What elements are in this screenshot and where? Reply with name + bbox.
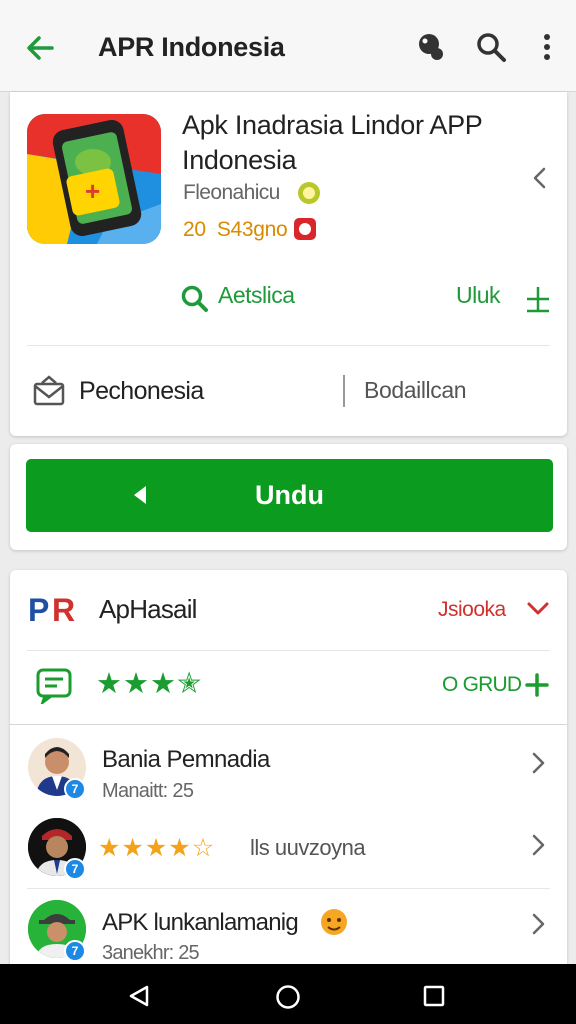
review-meta: Manaitt: 25 bbox=[102, 780, 194, 802]
app-icon: + bbox=[27, 114, 161, 244]
reviewer-name: APK lunkanlamanig bbox=[102, 909, 299, 936]
app-developer[interactable]: Fleonahicu bbox=[183, 181, 280, 205]
chevron-right-icon[interactable] bbox=[526, 912, 550, 936]
svg-text:+: + bbox=[85, 176, 100, 206]
star-icon: ★ bbox=[96, 668, 122, 700]
star-icon: ★ bbox=[150, 668, 176, 700]
section-title: ApHasail bbox=[99, 594, 197, 624]
mail-icon bbox=[33, 375, 65, 406]
review-icon bbox=[36, 668, 72, 704]
chevron-right-icon[interactable] bbox=[526, 833, 550, 857]
plus-icon[interactable] bbox=[524, 672, 550, 698]
install-card: Undu bbox=[10, 444, 567, 550]
divider bbox=[27, 650, 550, 651]
app-size: 20 S43gno bbox=[183, 218, 288, 241]
chevron-right-icon[interactable] bbox=[526, 751, 550, 775]
sort-dropdown[interactable]: Jsiooka bbox=[438, 598, 506, 622]
verified-badge: 7 bbox=[64, 858, 86, 880]
review-meta: lls uuvzoyna bbox=[250, 835, 366, 860]
divider bbox=[27, 345, 550, 346]
app-title: Apk Inadrasia Lindor APP Indonesia bbox=[182, 110, 483, 175]
system-nav-bar bbox=[0, 964, 576, 1024]
emoji-icon bbox=[321, 909, 347, 935]
star-outline-icon: ☆ bbox=[191, 834, 215, 862]
chevron-down-icon[interactable] bbox=[526, 600, 550, 618]
star-icon: ★ bbox=[168, 834, 191, 862]
svg-text:R: R bbox=[52, 592, 75, 626]
page-title: APR Indonesia bbox=[98, 32, 285, 62]
app-info-card: + Apk Inadrasia Lindor APP Indonesia Fle… bbox=[10, 92, 567, 436]
divider bbox=[10, 724, 567, 725]
action-link-right[interactable]: Uluk bbox=[456, 282, 501, 309]
star-icon: ★ bbox=[144, 834, 168, 862]
plus-icon[interactable] bbox=[525, 284, 551, 314]
verified-badge: 7 bbox=[64, 940, 86, 962]
divider bbox=[27, 888, 550, 889]
separator bbox=[343, 375, 345, 407]
review-stars: ★ ★ ★ ★ ☆ bbox=[98, 833, 214, 863]
app-bar: APR Indonesia bbox=[0, 0, 576, 92]
category-label: Pechonesia bbox=[79, 377, 204, 405]
emoji-icon bbox=[298, 182, 320, 204]
search-icon bbox=[181, 285, 208, 312]
reviews-card: P R ApHasail Jsiooka ★ ★ ★ ✭ O GRUD 7 Ba… bbox=[10, 570, 567, 970]
pin-icon[interactable] bbox=[414, 30, 448, 64]
reviewer-name: Bania Pemnadia bbox=[102, 746, 270, 773]
category-secondary: Bodaillcan bbox=[364, 377, 467, 403]
add-review-link[interactable]: O GRUD bbox=[442, 673, 522, 697]
nav-back-icon[interactable] bbox=[127, 984, 151, 1008]
install-button[interactable]: Undu bbox=[26, 459, 553, 532]
chevron-left-icon[interactable] bbox=[528, 166, 552, 190]
rating-stars: ★ ★ ★ ✭ bbox=[96, 669, 201, 699]
star-icon: ★ bbox=[123, 668, 149, 700]
star-icon: ✭ bbox=[177, 668, 202, 700]
brand-logo-icon: P R bbox=[28, 592, 75, 626]
svg-text:P: P bbox=[28, 592, 49, 626]
action-link-left[interactable]: Aetslica bbox=[218, 282, 295, 309]
nav-home-icon[interactable] bbox=[275, 984, 301, 1010]
search-icon[interactable] bbox=[474, 30, 508, 64]
verified-badge: 7 bbox=[64, 778, 86, 800]
nav-recents-icon[interactable] bbox=[423, 985, 445, 1007]
star-icon: ★ bbox=[98, 834, 121, 862]
more-vert-icon[interactable] bbox=[530, 30, 564, 64]
star-icon: ★ bbox=[121, 834, 144, 862]
badge-icon bbox=[294, 218, 316, 240]
arrow-left-icon[interactable] bbox=[22, 30, 58, 66]
review-meta: 3anekhr: 25 bbox=[102, 942, 200, 964]
